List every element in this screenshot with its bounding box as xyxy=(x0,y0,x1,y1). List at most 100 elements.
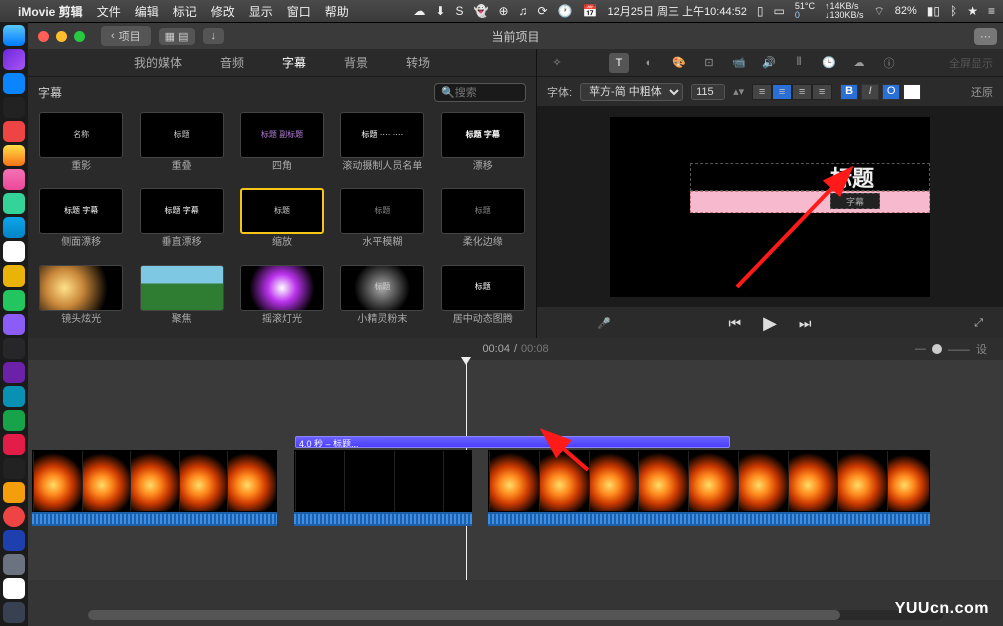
dock-terminal[interactable] xyxy=(3,338,25,359)
title-tile[interactable]: 标题 字幕漂移 xyxy=(436,112,530,182)
menu-display[interactable]: 显示 xyxy=(249,3,273,20)
title-tile[interactable]: 标题 ···· ····滚动摄制人员名单 xyxy=(335,112,429,182)
globe-icon[interactable]: ⊕ xyxy=(498,4,508,18)
title-tile[interactable]: 聚焦 xyxy=(134,265,228,335)
magic-icon[interactable]: ✧ xyxy=(547,53,567,73)
font-select[interactable]: 苹方-简 中粗体 xyxy=(580,83,683,101)
mic-icon[interactable]: 🎤 xyxy=(597,317,611,330)
dock-app[interactable] xyxy=(3,290,25,311)
app-name[interactable]: iMovie 剪辑 xyxy=(18,3,83,20)
reset-button[interactable]: 还原 xyxy=(971,84,993,100)
volume-icon[interactable]: 🔊 xyxy=(759,53,779,73)
text-tool-icon[interactable]: T xyxy=(609,53,629,73)
title-clip[interactable]: 4.0 秒 – 标题... xyxy=(295,436,730,448)
close-button[interactable] xyxy=(38,31,49,42)
search-box[interactable]: 🔍 xyxy=(434,83,526,102)
audio-clip-3[interactable] xyxy=(488,512,930,526)
align-center[interactable]: ≡ xyxy=(772,84,792,100)
font-size-input[interactable] xyxy=(691,84,725,100)
dock-app[interactable] xyxy=(3,530,25,551)
tab-my-media[interactable]: 我的媒体 xyxy=(128,50,188,75)
menu-icon[interactable]: ≡ xyxy=(988,4,995,18)
info-icon[interactable]: ⓘ xyxy=(879,53,899,73)
dock-app[interactable] xyxy=(3,97,25,118)
dock-calendar[interactable] xyxy=(3,241,25,262)
align-left[interactable]: ≡ xyxy=(752,84,772,100)
menu-mark[interactable]: 标记 xyxy=(173,3,197,20)
back-to-projects[interactable]: ‹ 项目 xyxy=(101,26,151,46)
display-icon[interactable]: ▭ xyxy=(774,4,785,18)
calendar-icon[interactable]: 📅 xyxy=(583,4,598,18)
dock-app[interactable] xyxy=(3,554,25,575)
fullscreen-icon[interactable]: ⤢ xyxy=(974,317,983,330)
ghost-icon[interactable]: 👻 xyxy=(474,4,489,18)
star-icon[interactable]: ★ xyxy=(967,4,978,18)
dock-app[interactable] xyxy=(3,482,25,503)
title-tile[interactable]: 标题水平模糊 xyxy=(335,188,429,258)
dock-app[interactable] xyxy=(3,362,25,383)
color-balance-icon[interactable]: ◐ xyxy=(639,53,659,73)
menu-help[interactable]: 帮助 xyxy=(325,3,349,20)
title-tile[interactable]: 标题柔化边缘 xyxy=(436,188,530,258)
clock-icon[interactable]: 🕐 xyxy=(558,4,573,18)
video-clip-3[interactable] xyxy=(488,450,930,512)
download-icon[interactable]: ⬇ xyxy=(435,4,445,18)
align-justify[interactable]: ≡ xyxy=(812,84,832,100)
dock-app[interactable] xyxy=(3,193,25,214)
title-tile[interactable]: 摇滚灯光 xyxy=(235,265,329,335)
menu-edit[interactable]: 编辑 xyxy=(135,3,159,20)
title-tile[interactable]: 标题缩放 xyxy=(235,188,329,258)
dock-app[interactable] xyxy=(3,121,25,142)
align-right[interactable]: ≡ xyxy=(792,84,812,100)
title-tile[interactable]: 标题 字幕侧面漂移 xyxy=(34,188,128,258)
title-tile[interactable]: 标题重叠 xyxy=(134,112,228,182)
outline-button[interactable]: O xyxy=(882,84,900,100)
dock-app[interactable] xyxy=(3,578,25,599)
dock-wechat[interactable] xyxy=(3,410,25,431)
audio-clip-2[interactable] xyxy=(294,512,472,526)
crop-icon[interactable]: ⊡ xyxy=(699,53,719,73)
battery-icon[interactable]: ▮▯ xyxy=(927,4,940,18)
title-tile[interactable]: 标题小精灵粉末 xyxy=(335,265,429,335)
s-icon[interactable]: S xyxy=(455,4,463,18)
stabilize-icon[interactable]: 📹 xyxy=(729,53,749,73)
title-text[interactable]: 标题 xyxy=(830,161,874,193)
dock-app[interactable] xyxy=(3,386,25,407)
video-clip-1[interactable] xyxy=(32,450,277,512)
dock-finder[interactable] xyxy=(3,25,25,46)
tab-titles[interactable]: 字幕 xyxy=(276,50,312,75)
dock-trash[interactable] xyxy=(3,602,25,623)
dock-app[interactable] xyxy=(3,314,25,335)
bold-button[interactable]: B xyxy=(840,84,858,100)
import-button[interactable]: ↓ xyxy=(203,28,225,44)
zoom-button[interactable] xyxy=(74,31,85,42)
color-swatch[interactable] xyxy=(903,84,921,100)
italic-button[interactable]: I xyxy=(861,84,879,100)
timeline-scrollbar[interactable] xyxy=(88,610,943,620)
music-icon[interactable]: ♫ xyxy=(519,4,528,18)
title-tile[interactable]: 标题 副标题四角 xyxy=(235,112,329,182)
dock-appstore[interactable] xyxy=(3,217,25,238)
dock-app[interactable] xyxy=(3,434,25,455)
search-input[interactable] xyxy=(455,87,515,99)
prev-button[interactable]: ⏮ xyxy=(728,315,741,332)
preview-viewer[interactable]: 标题 字幕 xyxy=(537,107,1003,307)
dock-app[interactable] xyxy=(3,458,25,479)
menu-modify[interactable]: 修改 xyxy=(211,3,235,20)
wifi-icon[interactable]: ⌔ xyxy=(873,4,884,19)
book-icon[interactable]: ▯ xyxy=(757,4,764,18)
dock-app[interactable] xyxy=(3,145,25,166)
dock-app[interactable] xyxy=(3,49,25,70)
view-toggle[interactable]: ▦ ▤ xyxy=(159,28,195,45)
title-tile[interactable]: 标题居中动态图腾 xyxy=(436,265,530,335)
subtitle-text[interactable]: 字幕 xyxy=(830,193,880,209)
timeline-tracks[interactable]: 4.0 秒 – 标题... xyxy=(28,360,1003,580)
title-tile[interactable]: 名称重影 xyxy=(34,112,128,182)
tab-transitions[interactable]: 转场 xyxy=(400,50,436,75)
zoom-slider[interactable]: — —— 设 xyxy=(915,341,987,357)
bluetooth-icon[interactable]: ᛒ xyxy=(950,4,957,18)
title-lower-band[interactable] xyxy=(690,191,930,213)
menubar-date[interactable]: 12月25日 周三 上午10:44:52 xyxy=(607,3,746,19)
dock-app[interactable] xyxy=(3,169,25,190)
filter-icon[interactable]: ☁ xyxy=(849,53,869,73)
